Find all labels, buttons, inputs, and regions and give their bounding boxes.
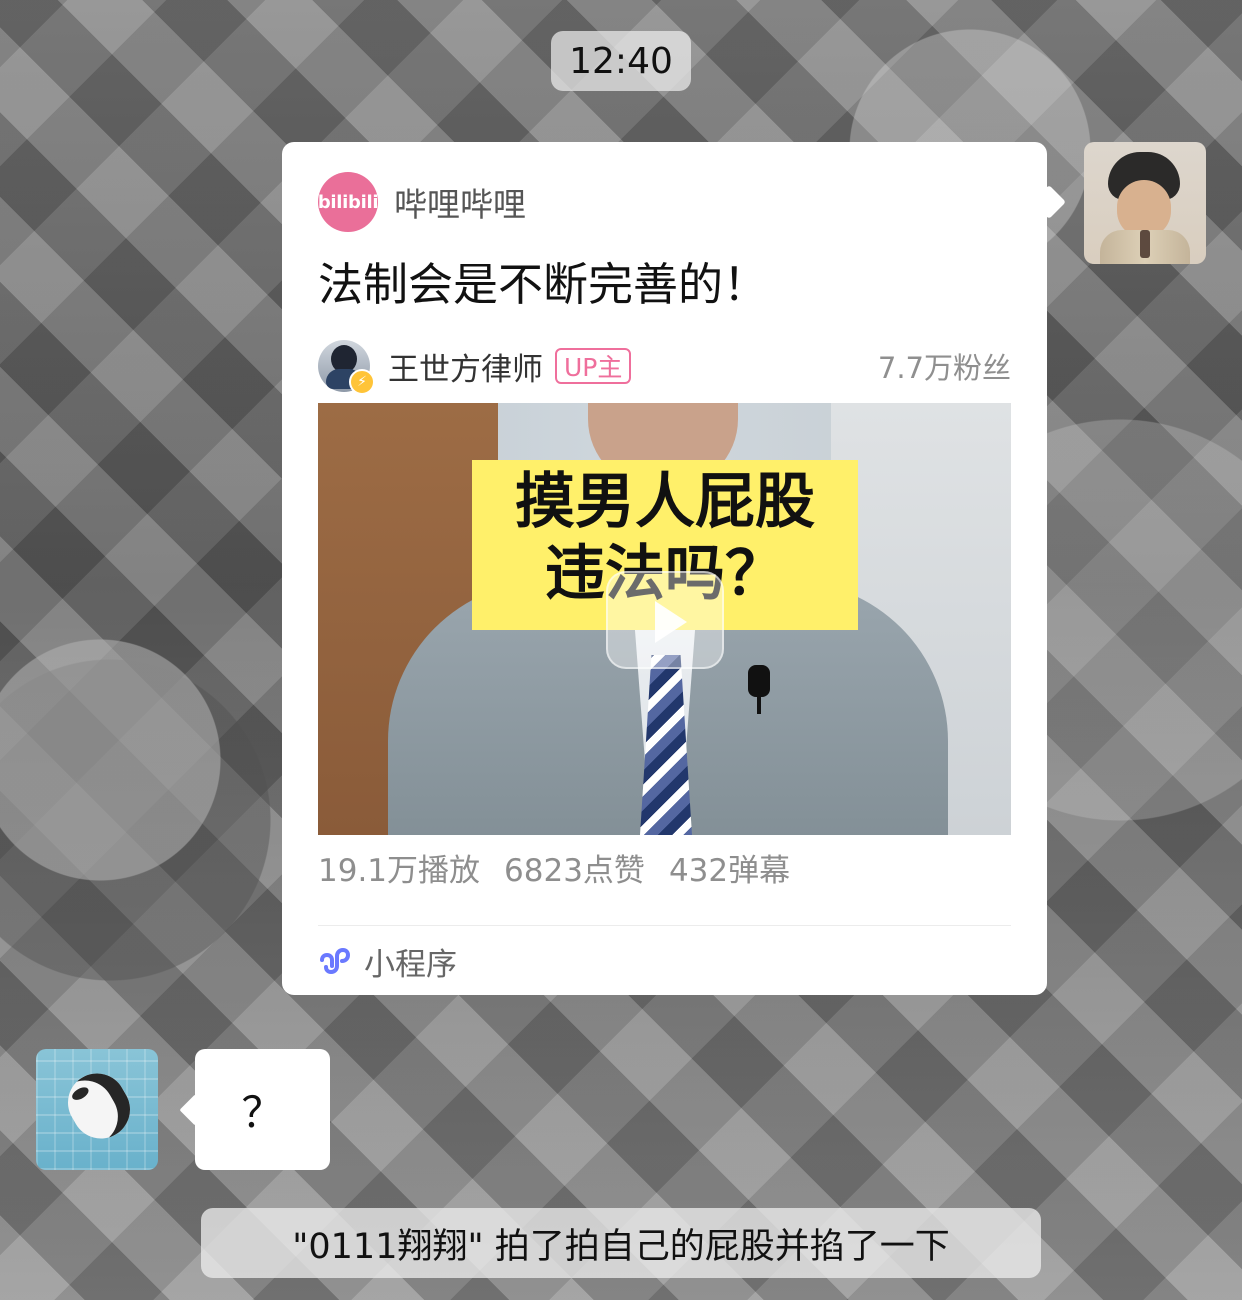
mini-program-icon — [318, 944, 352, 978]
danmaku-count: 432弹幕 — [668, 853, 791, 889]
author-name[interactable]: 王世方律师 — [388, 344, 543, 389]
timestamp-text: 12:40 — [569, 40, 673, 82]
left-user-avatar[interactable] — [36, 1049, 158, 1170]
video-stats: 19.1万播放 6823点赞 432弹幕 — [318, 845, 790, 890]
thumbnail-caption-line-1: 摸男人屁股 — [515, 467, 815, 537]
bilibili-logo: bilibili — [317, 172, 379, 232]
left-message-text: ？ — [241, 1088, 284, 1137]
shared-video-card[interactable]: bilibili 哔哩哔哩 法制会是不断完善的！ ⚡ 王世方律师 UP主 7.7… — [282, 142, 1047, 995]
mini-program-row[interactable]: 小程序 — [318, 940, 457, 983]
mini-program-label: 小程序 — [364, 946, 457, 983]
like-count: 6823点赞 — [504, 853, 645, 889]
play-icon — [655, 601, 687, 643]
right-user-avatar[interactable] — [1084, 142, 1206, 264]
timestamp-chip: 12:40 — [551, 31, 691, 91]
avatar-tie — [1140, 230, 1150, 258]
bilibili-logo-text: bilibili — [317, 191, 379, 213]
system-message-chip: "0111翔翔" 拍了拍自己的屁股并掐了一下 — [201, 1208, 1041, 1278]
card-divider — [318, 925, 1011, 926]
thumbnail-microphone — [748, 665, 770, 714]
play-button[interactable] — [606, 571, 724, 669]
left-message-bubble[interactable]: ？ — [195, 1049, 330, 1170]
video-thumbnail[interactable]: 摸男人屁股 违法吗？ — [318, 403, 1011, 835]
brand-row: bilibili 哔哩哔哩 — [318, 172, 526, 232]
brand-name: 哔哩哔哩 — [394, 185, 526, 224]
author-avatar[interactable]: ⚡ — [318, 340, 375, 395]
play-count: 19.1万播放 — [318, 853, 481, 889]
card-title: 法制会是不断完善的！ — [318, 258, 769, 311]
up-badge: UP主 — [555, 348, 632, 384]
fans-count: 7.7万粉丝 — [877, 351, 1011, 385]
author-row[interactable]: ⚡ 王世方律师 UP主 7.7万粉丝 — [318, 338, 1011, 395]
lightning-icon: ⚡ — [349, 369, 375, 395]
avatar-character — [57, 1062, 141, 1150]
system-message-text: "0111翔翔" 拍了拍自己的屁股并掐了一下 — [292, 1226, 950, 1267]
